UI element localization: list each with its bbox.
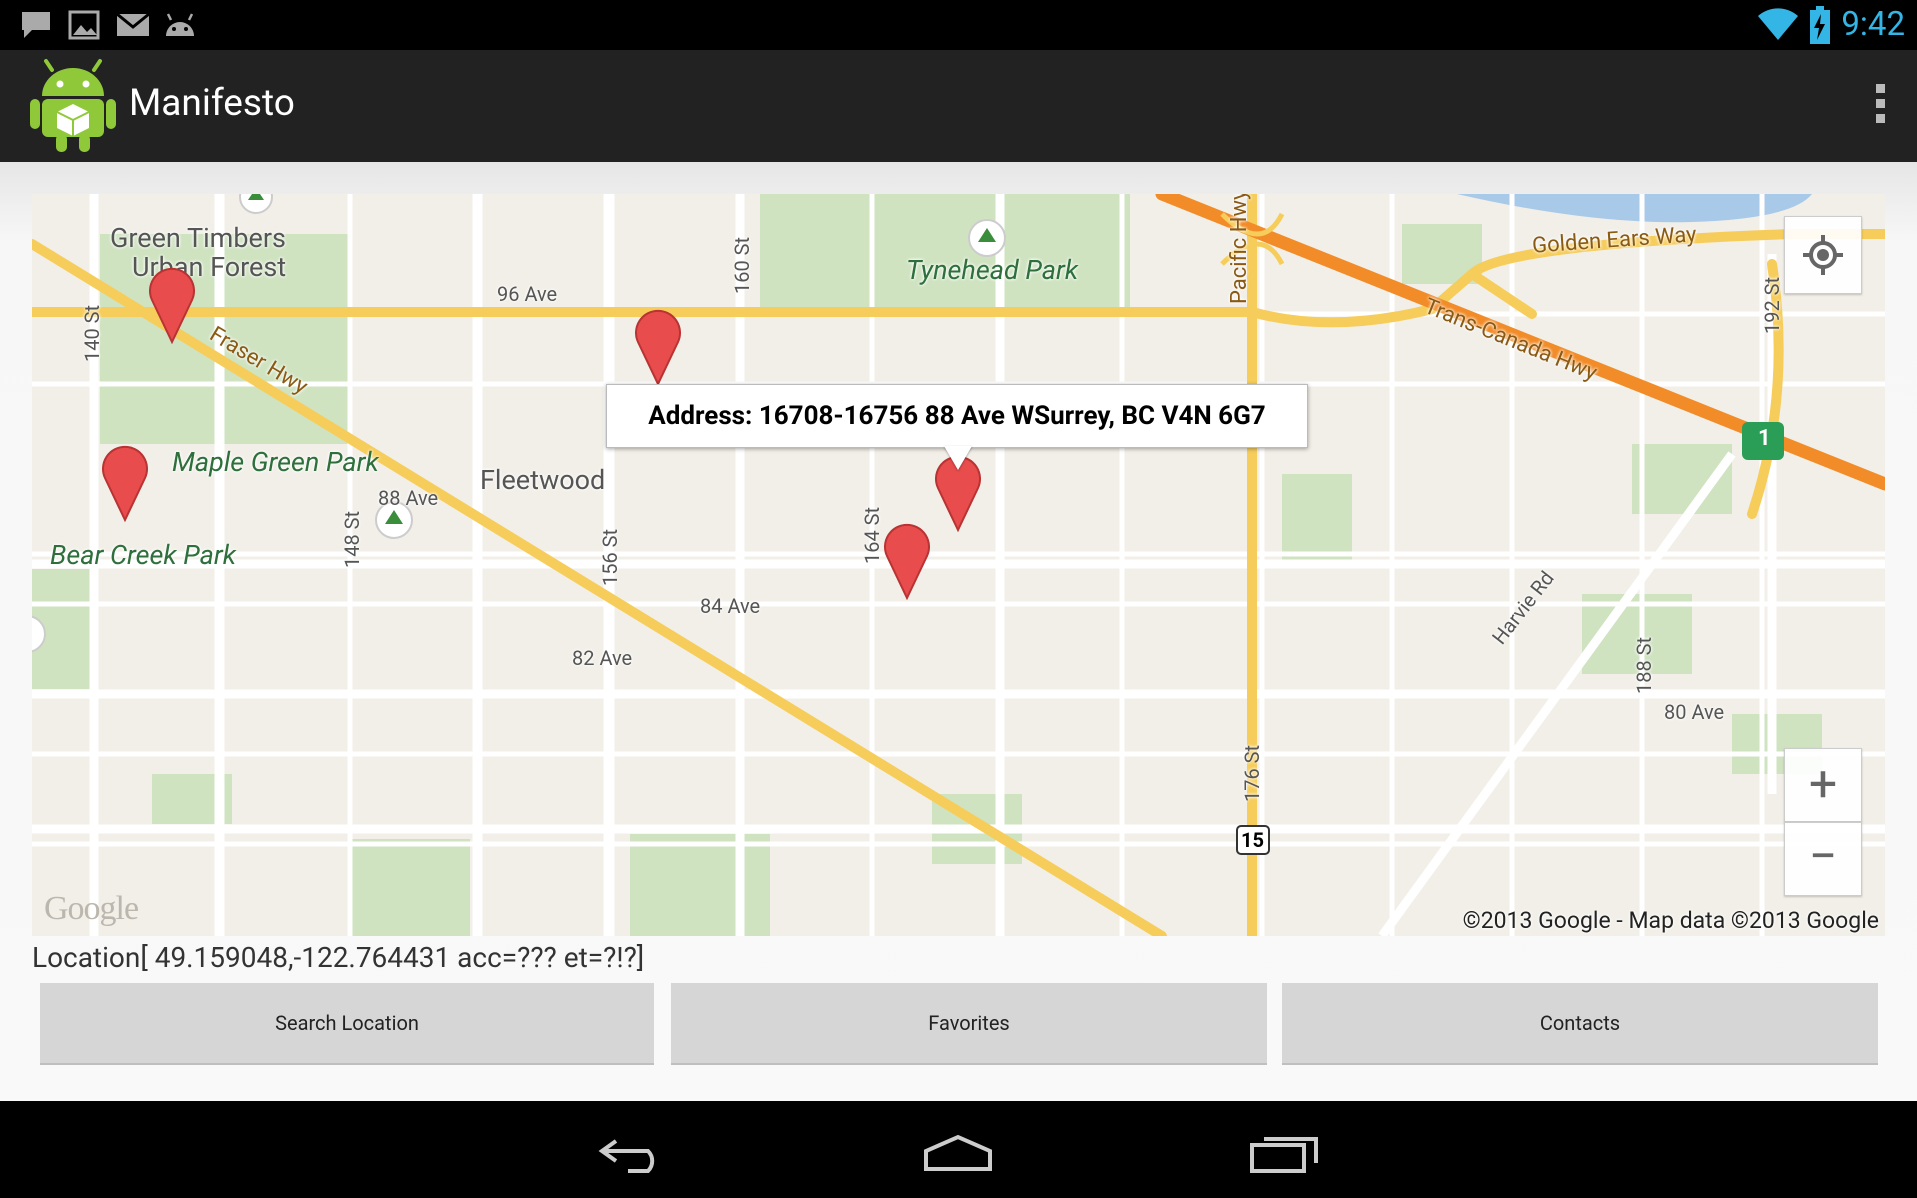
android-app-icon[interactable] [30,58,116,154]
label-maple-green-park: Maple Green Park [172,446,379,478]
label-green-timbers: Green Timbers [110,222,286,254]
search-location-button[interactable]: Search Location [40,983,654,1065]
location-readout: Location[ 49.159048,-122.764431 acc=??? … [32,941,645,974]
label-pacific-hwy: Pacific Hwy [1227,194,1252,304]
marker-info-window[interactable]: Address: 16708-16756 88 Ave WSurrey, BC … [606,384,1308,448]
label-80-ave: 80 Ave [1664,700,1725,724]
clock: 9:42 [1841,5,1905,44]
label-176-st: 176 St [1240,744,1264,802]
back-icon[interactable] [598,1133,670,1173]
android-icon [166,13,194,36]
crosshair-icon [1803,235,1843,275]
app-title: Manifesto [129,82,295,125]
chat-icon [22,12,50,38]
map-copyright: ©2013 Google - Map data ©2013 Google [1462,907,1879,934]
label-82-ave: 82 Ave [572,646,633,670]
label-bear-creek-park: Bear Creek Park [50,539,237,571]
status-bar: 9:42 [0,0,1917,50]
label-88-ave: 88 Ave [378,486,439,510]
wifi-icon [1758,8,1798,40]
highway-shield-1: 1 [1758,426,1771,451]
map-marker[interactable] [882,522,932,600]
image-icon [68,10,100,40]
recents-icon[interactable] [1248,1133,1320,1173]
content-area: Green Timbers Urban Forest Tynehead Park… [0,162,1917,1101]
zoom-in-button[interactable]: + [1784,748,1862,822]
map-marker[interactable] [633,308,683,386]
map-tiles [32,194,1885,936]
label-160-st: 160 St [730,236,754,294]
map-marker[interactable] [147,266,197,344]
label-156-st: 156 St [598,528,622,586]
label-148-st: 148 St [340,510,364,568]
label-tynehead-park: Tynehead Park [906,254,1079,286]
mail-icon [116,12,150,36]
navigation-bar [0,1101,1917,1198]
my-location-button[interactable] [1784,216,1862,294]
info-window-tail [944,446,972,470]
google-logo: Google [44,890,139,927]
action-bar: Manifesto [0,50,1917,162]
label-fleetwood: Fleetwood [480,464,606,496]
battery-charging-icon [1810,6,1830,44]
contacts-button[interactable]: Contacts [1282,983,1878,1065]
zoom-out-button[interactable]: − [1784,822,1862,896]
favorites-button[interactable]: Favorites [671,983,1267,1065]
label-188-st: 188 St [1632,636,1656,694]
label-96-ave: 96 Ave [497,282,558,306]
highway-shield-15: 15 [1241,828,1264,852]
label-164-st: 164 St [860,506,884,564]
label-84-ave: 84 Ave [700,594,761,618]
overflow-menu-icon[interactable] [1868,84,1892,130]
label-140-st: 140 St [80,304,104,362]
map-view[interactable]: Green Timbers Urban Forest Tynehead Park… [32,194,1885,936]
home-icon[interactable] [922,1133,994,1173]
map-marker[interactable] [100,444,150,522]
label-192-st: 192 St [1760,276,1784,334]
